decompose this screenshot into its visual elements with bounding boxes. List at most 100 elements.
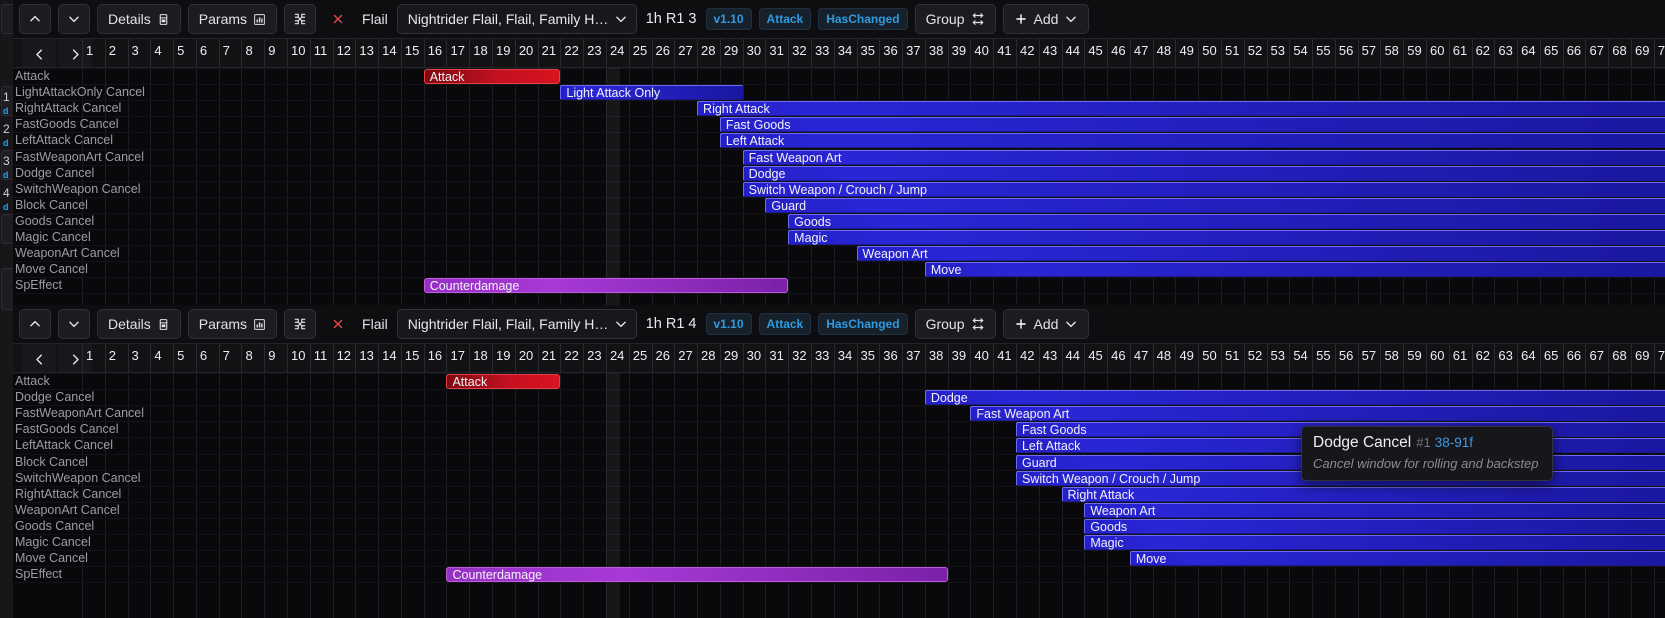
ruler-tick: 65 — [1539, 344, 1563, 372]
group-button[interactable]: Group — [914, 4, 996, 34]
timeline-bar[interactable]: Fast Goods — [719, 117, 1665, 133]
version-badge[interactable]: v1.10 — [705, 8, 752, 30]
ruler-tick-label: 63 — [1498, 43, 1513, 58]
details-button[interactable]: Details — [97, 309, 181, 339]
background-marker-tag: d — [3, 106, 9, 116]
delete-button[interactable] — [323, 309, 353, 339]
timeline-bar[interactable]: Move — [924, 262, 1665, 278]
timeline-bar[interactable]: Magic — [1084, 535, 1665, 550]
moveset-label: 1h R1 3 — [645, 11, 697, 27]
row-label: Dodge Cancel — [15, 390, 95, 405]
timeline-bar[interactable]: Attack — [446, 374, 561, 389]
delete-button[interactable] — [323, 4, 353, 34]
ruler-tick: 51 — [1221, 39, 1244, 67]
collapse-button[interactable] — [284, 4, 317, 34]
app-root: 1 d 2 d 3 d 4 d Details Params Flail Nightrider Fla… — [0, 0, 1665, 618]
ruler-tick-label: 19 — [496, 348, 511, 363]
animation-select[interactable]: Nightrider Flail, Flail, Family Hea... — [396, 309, 637, 339]
timeline-bar[interactable]: Right Attack — [1061, 486, 1665, 502]
animation-select[interactable]: Nightrider Flail, Flail, Family Hea... — [396, 4, 637, 34]
collapse-button[interactable] — [284, 309, 317, 339]
version-badge[interactable]: v1.10 — [705, 313, 752, 335]
ruler-tick-label: 53 — [1270, 348, 1286, 363]
add-button[interactable]: Add — [1002, 4, 1090, 34]
params-button[interactable]: Params — [187, 309, 278, 339]
grid-line-vertical — [651, 68, 653, 305]
ruler-tick: 18 — [469, 344, 492, 372]
ruler-tick-label: 3 — [131, 348, 139, 363]
timeline-bar[interactable]: Attack — [423, 69, 561, 84]
attack-badge[interactable]: Attack — [758, 313, 812, 335]
chevron-down-icon — [67, 317, 81, 331]
timeline-bar[interactable]: Magic — [788, 230, 1665, 245]
timeline-bar[interactable]: Light Attack Only — [560, 85, 743, 101]
details-label: Details — [108, 316, 151, 332]
move-down-button[interactable] — [58, 309, 90, 339]
ruler-tick: 54 — [1289, 39, 1312, 67]
timeline-bar[interactable]: Dodge — [924, 390, 1665, 406]
details-button[interactable]: Details — [97, 4, 181, 34]
ruler-tick-label: 17 — [450, 43, 465, 58]
ruler-tick: 4 — [150, 39, 173, 67]
timeline-bar[interactable]: Fast Weapon Art — [742, 149, 1665, 165]
ruler-tick: 50 — [1198, 39, 1221, 67]
ruler-prev-button[interactable] — [22, 344, 56, 372]
timeline-bar[interactable]: Goods — [1084, 518, 1665, 534]
ruler-tick-label: 48 — [1156, 43, 1172, 58]
ruler-tick: 53 — [1266, 344, 1290, 372]
ruler-tick: 44 — [1061, 344, 1085, 372]
row-label: Magic Cancel — [15, 535, 91, 549]
ruler-tick-label: 57 — [1361, 43, 1377, 58]
timeline-bar[interactable]: Left Attack — [719, 133, 1665, 149]
ruler-tick: 63 — [1494, 344, 1517, 372]
timeline-bar[interactable]: Weapon Art — [856, 246, 1665, 262]
ruler-tick: 13 — [355, 344, 378, 372]
ruler-tick-label: 2 — [108, 348, 116, 363]
haschanged-badge[interactable]: HasChanged — [818, 313, 908, 335]
timeline-bar[interactable]: Move — [1129, 551, 1665, 567]
ruler-tick: 35 — [856, 39, 880, 67]
grid-line-vertical — [218, 68, 220, 305]
ruler-tick-label: 62 — [1475, 43, 1491, 58]
timeline-bar[interactable]: Dodge — [742, 165, 1665, 181]
haschanged-badge[interactable]: HasChanged — [818, 8, 908, 30]
ruler-tick: 26 — [651, 344, 675, 372]
ruler-tick: 5 — [173, 344, 196, 372]
timeline-bar[interactable]: Weapon Art — [1084, 502, 1665, 518]
timeline-bar[interactable]: Right Attack — [697, 101, 1665, 117]
row-label: FastWeaponArt Cancel — [15, 406, 144, 421]
ruler-tick: 27 — [674, 344, 697, 372]
move-up-button[interactable] — [19, 4, 51, 34]
add-button[interactable]: Add — [1002, 309, 1090, 339]
row-label: Goods Cancel — [15, 213, 95, 228]
timeline-bar[interactable]: Switch Weapon / Crouch / Jump — [742, 181, 1665, 197]
timeline-bar[interactable]: Counterdamage — [446, 567, 948, 583]
tooltip: Dodge Cancel #1 38-91f Cancel window for ro… — [1301, 426, 1553, 481]
group-button[interactable]: Group — [914, 309, 996, 339]
ruler-tick-label: 47 — [1133, 348, 1149, 363]
ruler-tick: 28 — [697, 39, 720, 67]
ruler-tick-label: 24 — [609, 348, 625, 363]
grid-line-vertical — [264, 373, 266, 618]
chevron-down-icon — [614, 12, 628, 26]
ruler-tick: 42 — [1015, 344, 1039, 372]
ruler-prev-button[interactable] — [22, 39, 56, 67]
params-button[interactable]: Params — [187, 4, 278, 34]
ruler-tick-label: 13 — [359, 348, 374, 363]
timeline-bar[interactable]: Goods — [788, 213, 1665, 229]
ruler-tick: 44 — [1061, 39, 1085, 67]
panel-icon — [157, 13, 170, 26]
grid-line-vertical — [446, 68, 448, 305]
ruler-tick: 40 — [970, 39, 993, 67]
move-up-button[interactable] — [19, 309, 51, 339]
ruler-tick: 37 — [902, 344, 925, 372]
ruler-tick-label: 13 — [359, 43, 374, 58]
attack-badge[interactable]: Attack — [758, 8, 812, 30]
playhead[interactable] — [605, 68, 620, 305]
ruler-tick: 64 — [1517, 39, 1540, 67]
ruler-tick: 3 — [127, 39, 151, 67]
move-down-button[interactable] — [58, 4, 90, 34]
timeline-bar[interactable]: Counterdamage — [423, 278, 789, 294]
timeline-bar[interactable]: Guard — [765, 197, 1665, 213]
timeline-bar[interactable]: Fast Weapon Art — [970, 406, 1665, 422]
